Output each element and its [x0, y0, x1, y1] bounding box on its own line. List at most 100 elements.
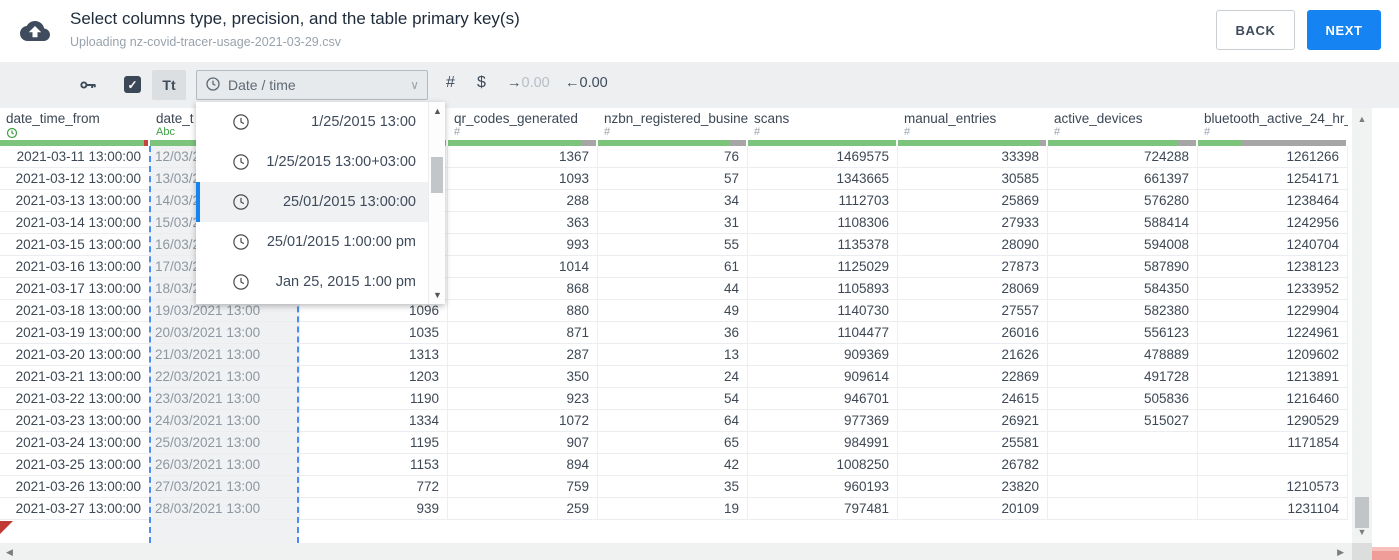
currency-type-button[interactable]: $ [477, 74, 486, 92]
table-cell[interactable]: 1238464 [1198, 190, 1348, 211]
table-cell[interactable]: 923 [448, 388, 598, 409]
table-cell[interactable]: 1195 [300, 432, 448, 453]
table-cell[interactable]: 868 [448, 278, 598, 299]
datetime-type-select[interactable]: Date / time ∨ [196, 70, 428, 100]
text-type-button[interactable]: Tt [152, 70, 186, 100]
table-cell[interactable]: 2021-03-26 13:00:00 [0, 476, 150, 497]
table-cell[interactable]: 1240704 [1198, 234, 1348, 255]
table-cell[interactable]: 939 [300, 498, 448, 519]
table-cell[interactable]: 1209602 [1198, 344, 1348, 365]
table-cell[interactable]: 1367 [448, 146, 598, 167]
table-cell[interactable]: 28/03/2021 13:00 [150, 498, 300, 519]
table-cell[interactable]: 26/03/2021 13:00 [150, 454, 300, 475]
table-cell[interactable]: 55 [598, 234, 748, 255]
column-header-scans[interactable]: scans # [748, 108, 898, 140]
table-cell[interactable]: 42 [598, 454, 748, 475]
table-cell[interactable] [1048, 476, 1198, 497]
table-cell[interactable]: 894 [448, 454, 598, 475]
table-cell[interactable]: 576280 [1048, 190, 1198, 211]
table-cell[interactable]: 759 [448, 476, 598, 497]
primary-key-icon[interactable] [78, 76, 98, 94]
table-cell[interactable]: 26782 [898, 454, 1048, 475]
scroll-down-icon[interactable]: ▼ [1352, 527, 1372, 537]
table-cell[interactable]: 27557 [898, 300, 1048, 321]
table-cell[interactable]: 24 [598, 366, 748, 387]
table-cell[interactable]: 2021-03-23 13:00:00 [0, 410, 150, 431]
format-option[interactable]: 25/01/2015 13:00:00 [196, 182, 428, 222]
table-cell[interactable]: 1229904 [1198, 300, 1348, 321]
table-cell[interactable]: 977369 [748, 410, 898, 431]
scroll-up-icon[interactable]: ▲ [429, 106, 446, 116]
column-header-active_devices[interactable]: active_devices # [1048, 108, 1198, 140]
table-cell[interactable]: 2021-03-16 13:00:00 [0, 256, 150, 277]
back-button[interactable]: BACK [1216, 10, 1295, 50]
table-cell[interactable]: 907 [448, 432, 598, 453]
table-cell[interactable]: 724288 [1048, 146, 1198, 167]
table-cell[interactable]: 1135378 [748, 234, 898, 255]
table-cell[interactable]: 2021-03-12 13:00:00 [0, 168, 150, 189]
table-cell[interactable]: 1313 [300, 344, 448, 365]
table-cell[interactable]: 2021-03-18 13:00:00 [0, 300, 150, 321]
table-cell[interactable]: 61 [598, 256, 748, 277]
table-cell[interactable]: 13 [598, 344, 748, 365]
table-cell[interactable]: 1203 [300, 366, 448, 387]
table-cell[interactable]: 76 [598, 146, 748, 167]
table-cell[interactable]: 1290529 [1198, 410, 1348, 431]
table-cell[interactable]: 44 [598, 278, 748, 299]
table-cell[interactable]: 2021-03-20 13:00:00 [0, 344, 150, 365]
table-cell[interactable]: 27873 [898, 256, 1048, 277]
boolean-type-checkbox[interactable]: ✓ [124, 76, 141, 93]
table-cell[interactable]: 1469575 [748, 146, 898, 167]
column-header-qr_codes_generated[interactable]: qr_codes_generated # [448, 108, 598, 140]
table-cell[interactable]: 2021-03-17 13:00:00 [0, 278, 150, 299]
table-cell[interactable]: 946701 [748, 388, 898, 409]
table-cell[interactable]: 478889 [1048, 344, 1198, 365]
table-cell[interactable]: 288 [448, 190, 598, 211]
table-cell[interactable]: 1216460 [1198, 388, 1348, 409]
table-cell[interactable]: 2021-03-22 13:00:00 [0, 388, 150, 409]
table-cell[interactable]: 31 [598, 212, 748, 233]
table-cell[interactable]: 772 [300, 476, 448, 497]
table-cell[interactable]: 1035 [300, 322, 448, 343]
table-cell[interactable]: 259 [448, 498, 598, 519]
table-cell[interactable]: 20/03/2021 13:00 [150, 322, 300, 343]
table-cell[interactable]: 23820 [898, 476, 1048, 497]
table-cell[interactable]: 24615 [898, 388, 1048, 409]
vertical-scroll-thumb[interactable] [1355, 497, 1369, 528]
table-cell[interactable]: 27933 [898, 212, 1048, 233]
table-cell[interactable]: 25/03/2021 13:00 [150, 432, 300, 453]
table-cell[interactable]: 2021-03-11 13:00:00 [0, 146, 150, 167]
table-cell[interactable]: 909369 [748, 344, 898, 365]
table-cell[interactable]: 1254171 [1198, 168, 1348, 189]
table-cell[interactable]: 1190 [300, 388, 448, 409]
table-cell[interactable]: 28090 [898, 234, 1048, 255]
table-cell[interactable]: 2021-03-15 13:00:00 [0, 234, 150, 255]
table-cell[interactable]: 909614 [748, 366, 898, 387]
vertical-scrollbar[interactable]: ▲ ▼ [1352, 108, 1372, 543]
table-cell[interactable]: 350 [448, 366, 598, 387]
table-cell[interactable]: 26921 [898, 410, 1048, 431]
column-header-nzbn_registered_busine[interactable]: nzbn_registered_busine # [598, 108, 748, 140]
table-cell[interactable]: 25581 [898, 432, 1048, 453]
table-cell[interactable]: 880 [448, 300, 598, 321]
table-cell[interactable]: 1224961 [1198, 322, 1348, 343]
increase-decimal-button[interactable]: →0.00 [507, 75, 550, 91]
table-cell[interactable]: 871 [448, 322, 598, 343]
table-cell[interactable]: 1233952 [1198, 278, 1348, 299]
table-cell[interactable]: 556123 [1048, 322, 1198, 343]
table-cell[interactable]: 2021-03-24 13:00:00 [0, 432, 150, 453]
table-cell[interactable]: 1238123 [1198, 256, 1348, 277]
table-cell[interactable]: 25869 [898, 190, 1048, 211]
table-cell[interactable] [1048, 454, 1198, 475]
table-cell[interactable]: 1140730 [748, 300, 898, 321]
format-option[interactable]: Jan 25, 2015 1:00 pm [196, 262, 428, 302]
table-cell[interactable]: 1008250 [748, 454, 898, 475]
format-option[interactable]: 25/01/2015 1:00:00 pm [196, 222, 428, 262]
table-cell[interactable]: 33398 [898, 146, 1048, 167]
dropdown-scroll-thumb[interactable] [431, 157, 443, 193]
table-cell[interactable]: 26016 [898, 322, 1048, 343]
table-cell[interactable]: 30585 [898, 168, 1048, 189]
table-cell[interactable]: 20109 [898, 498, 1048, 519]
table-cell[interactable]: 1105893 [748, 278, 898, 299]
next-button[interactable]: NEXT [1307, 10, 1381, 50]
